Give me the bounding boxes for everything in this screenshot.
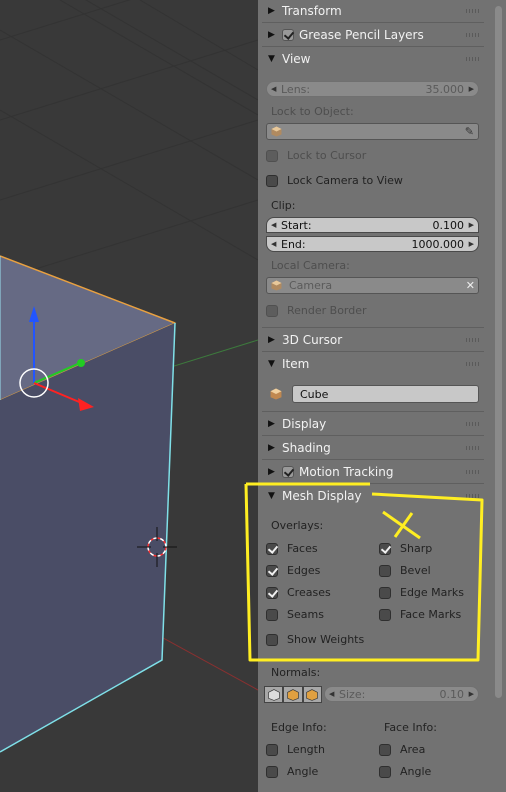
annotation-overlay [244, 482, 484, 662]
annotation-x-mark [382, 510, 421, 540]
